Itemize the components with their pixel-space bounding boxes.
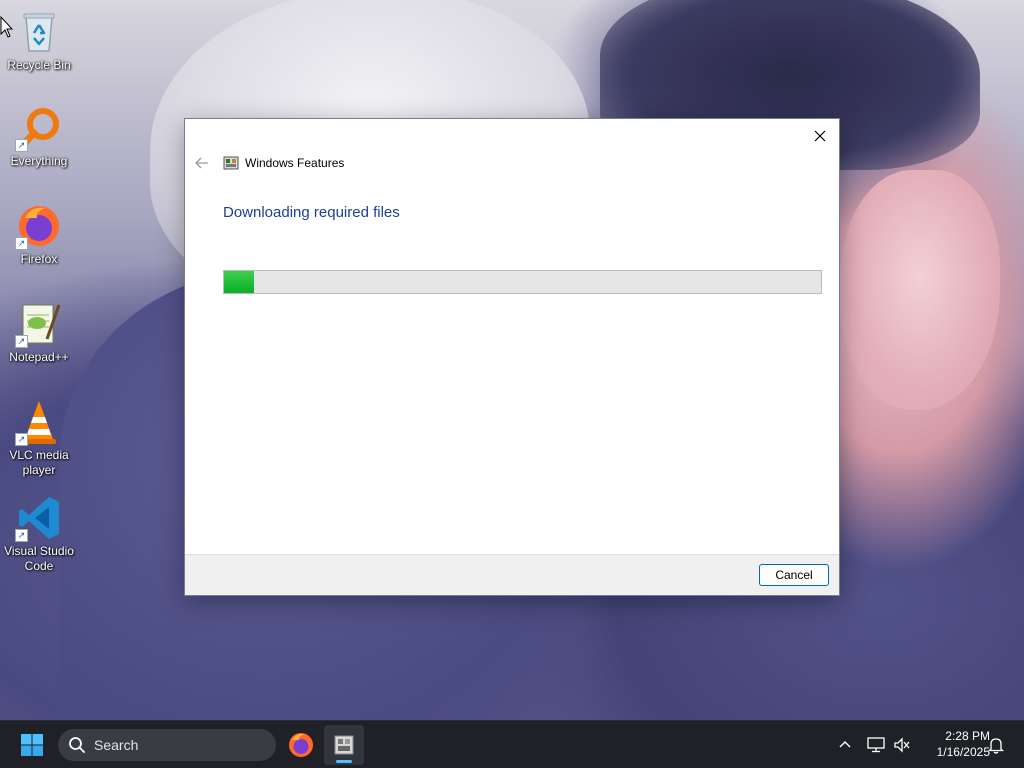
back-arrow-icon [195,157,208,169]
desktop-icon-vscode[interactable]: ↗ Visual Studio Code [2,494,76,574]
everything-search-icon: ↗ [15,104,63,152]
vscode-icon: ↗ [15,494,63,542]
taskbar: Search 2:28 PM 1/16/2025 [0,720,1024,768]
desktop-icon-vlc[interactable]: ↗ VLC media player [2,398,76,478]
close-icon [814,130,826,142]
chevron-up-icon [839,741,851,748]
wallpaper-shape [840,170,1000,410]
close-button[interactable] [807,123,833,149]
firefox-icon: ↗ [15,202,63,250]
mouse-cursor-icon [0,16,14,38]
notepad-plus-plus-icon: ↗ [15,300,63,348]
windows-features-icon [334,735,354,755]
shortcut-arrow-icon: ↗ [15,529,28,542]
clock-date: 1/16/2025 [936,745,990,759]
search-placeholder: Search [94,737,139,753]
desktop-icon-label: Recycle Bin [7,58,71,72]
windows-features-dialog: Windows Features Downloading required fi… [184,118,840,596]
recycle-bin-icon [15,8,63,56]
shortcut-arrow-icon: ↗ [15,335,28,348]
shortcut-arrow-icon: ↗ [15,433,28,446]
windows-features-icon [223,156,239,170]
search-icon [69,737,85,753]
back-button[interactable] [193,154,211,172]
download-progress-bar [223,270,822,294]
notification-bell-icon [988,738,1004,754]
desktop-icon-firefox[interactable]: ↗ Firefox [2,202,76,267]
dialog-heading: Downloading required files [223,204,400,221]
desktop-icon-everything[interactable]: ↗ Everything [2,104,76,169]
desktop-icon-label: Firefox [20,252,58,266]
desktop-icon-label: Everything [10,154,68,168]
shortcut-arrow-icon: ↗ [15,237,28,250]
volume-muted-icon [894,737,910,753]
vlc-icon: ↗ [15,398,63,446]
desktop-icon-notepad-plus-plus[interactable]: ↗ Notepad++ [2,300,76,365]
dialog-header: Windows Features [193,153,344,173]
shortcut-arrow-icon: ↗ [15,139,28,152]
cancel-button[interactable]: Cancel [759,564,829,586]
progress-fill [224,271,254,293]
taskbar-firefox[interactable] [281,725,321,765]
desktop-icon-label: Notepad++ [9,350,69,364]
desktop-icon-label: Visual Studio Code [4,544,74,573]
firefox-icon [289,733,313,757]
active-app-indicator [336,760,352,763]
show-hidden-icons-button[interactable] [836,735,854,753]
taskbar-search[interactable]: Search [58,729,276,761]
windows-logo-icon [21,734,43,756]
volume-button[interactable] [892,735,912,755]
dialog-footer: Cancel [185,554,839,595]
start-button[interactable] [14,729,50,761]
clock-time: 2:28 PM [945,729,990,743]
dialog-title: Windows Features [245,156,345,170]
desktop-icon-label: VLC media player [9,448,69,477]
taskbar-clock[interactable]: 2:28 PM 1/16/2025 [916,728,990,760]
notification-button[interactable] [986,735,1006,755]
network-icon [867,737,885,753]
network-button[interactable] [866,735,886,755]
taskbar-windows-features[interactable] [324,725,364,765]
